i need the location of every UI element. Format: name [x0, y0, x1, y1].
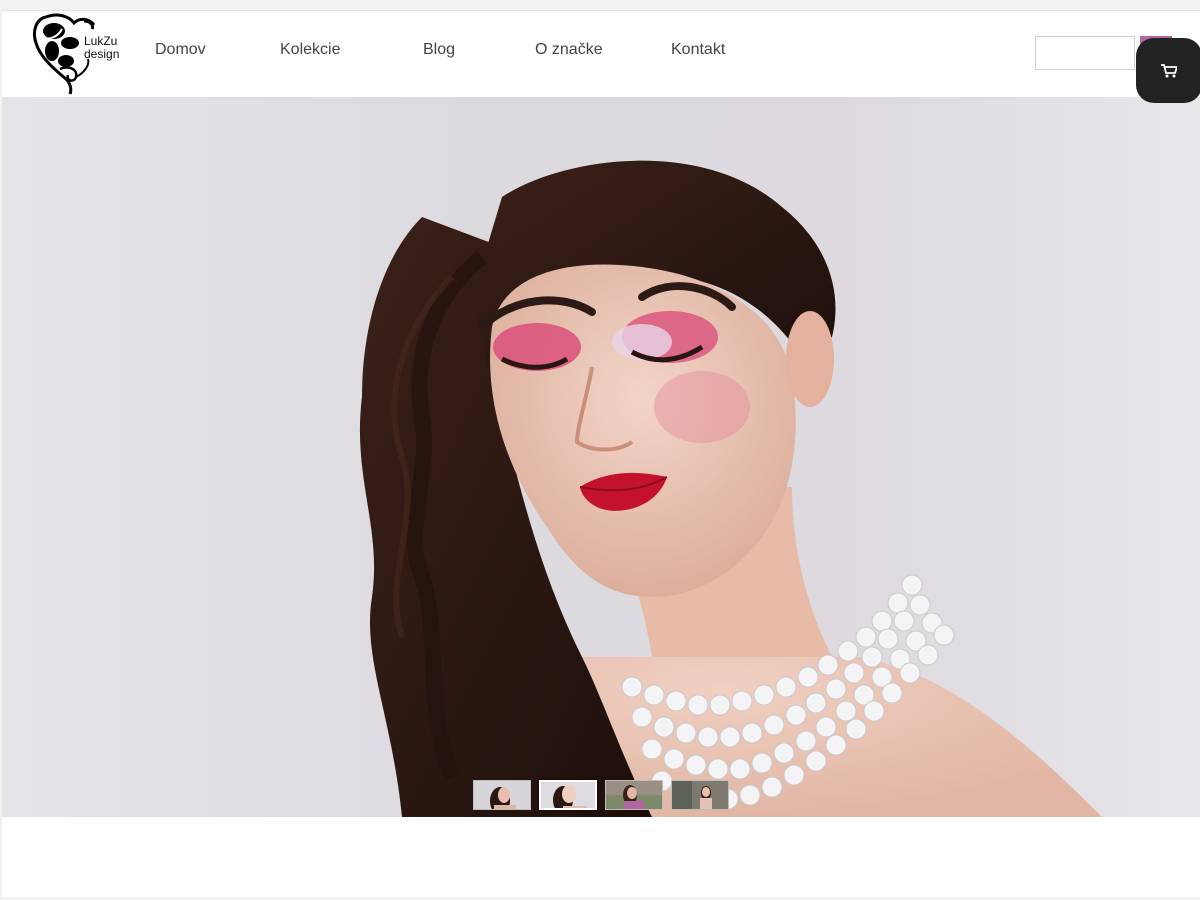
slider-thumbnail-2[interactable]: [539, 780, 597, 810]
page: LukZu design Domov Kolekcie Blog O značk…: [2, 10, 1200, 897]
nav-item-o-znacke[interactable]: O značke: [535, 41, 603, 59]
search-input[interactable]: [1035, 36, 1135, 70]
thumbnail-image: [672, 781, 728, 809]
nav-item-kolekcie[interactable]: Kolekcie: [280, 41, 340, 59]
brand-logo[interactable]: LukZu design: [32, 13, 120, 95]
slider-thumbnails: [473, 780, 733, 812]
site-header: LukZu design Domov Kolekcie Blog O značk…: [2, 11, 1200, 97]
cart-button[interactable]: [1136, 38, 1200, 103]
thumbnail-image: [541, 782, 595, 808]
nav-item-domov[interactable]: Domov: [155, 41, 206, 59]
thumbnail-image: [474, 781, 530, 809]
slider-thumbnail-1[interactable]: [473, 780, 531, 810]
nav-item-kontakt[interactable]: Kontakt: [671, 41, 725, 59]
content-area: [2, 817, 1200, 897]
slider-thumbnail-3[interactable]: [605, 780, 663, 810]
cart-icon: [1161, 64, 1177, 78]
brand-name-line1: LukZu: [84, 34, 118, 48]
model-portrait-image: [359, 160, 1102, 817]
thumbnail-image: [606, 781, 662, 809]
brand-name-line2: design: [84, 47, 120, 61]
nav-item-blog[interactable]: Blog: [423, 41, 455, 59]
slider-thumbnail-4[interactable]: [671, 780, 729, 810]
hero-slider-image: [2, 97, 1200, 817]
